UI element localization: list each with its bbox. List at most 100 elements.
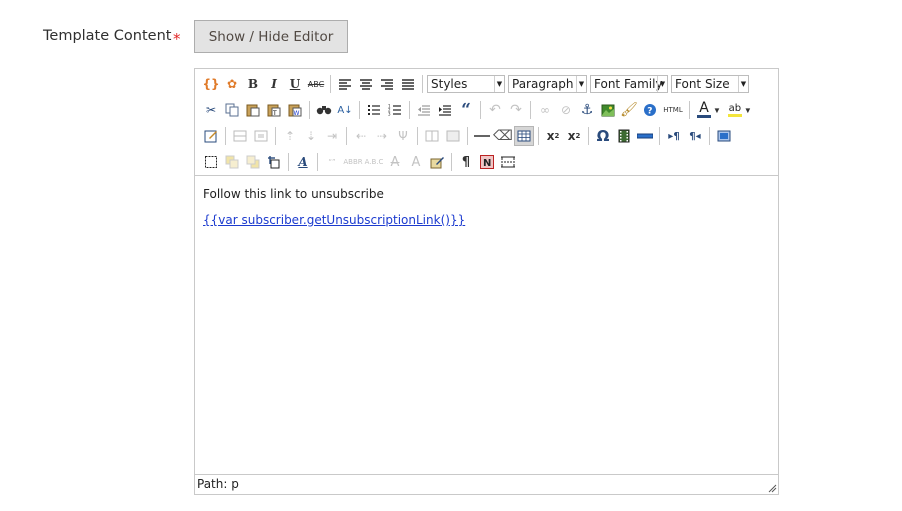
insert-layer-icon[interactable] bbox=[201, 152, 221, 172]
html-source-icon[interactable]: HTML bbox=[661, 100, 685, 120]
insert-col-after-icon[interactable]: ⇢ bbox=[372, 126, 392, 146]
bullet-list-icon[interactable] bbox=[364, 100, 384, 120]
separator bbox=[288, 153, 289, 171]
replace-icon[interactable]: A↓ bbox=[335, 100, 355, 120]
cell-props-icon[interactable] bbox=[251, 126, 271, 146]
nonbreaking-icon[interactable]: N bbox=[477, 152, 497, 172]
separator bbox=[359, 101, 360, 119]
svg-text:3: 3 bbox=[388, 112, 391, 117]
toolbar-row-4: A “” ABBR A.B.C A A ¶ N bbox=[201, 151, 519, 173]
separator bbox=[659, 127, 660, 145]
merge-cells-icon[interactable] bbox=[443, 126, 463, 146]
del-icon[interactable]: A bbox=[385, 152, 405, 172]
paste-word-icon[interactable]: W bbox=[285, 100, 305, 120]
bold-button[interactable]: B bbox=[243, 74, 263, 94]
abbr-icon[interactable]: ABBR bbox=[343, 152, 363, 172]
indent-icon[interactable] bbox=[435, 100, 455, 120]
numbered-list-icon[interactable]: 123 bbox=[385, 100, 405, 120]
font-family-select-value: Font Family bbox=[594, 77, 663, 91]
chevron-down-icon[interactable]: ▼ bbox=[713, 106, 721, 115]
styleprops-icon[interactable]: A bbox=[293, 152, 313, 172]
unlink-icon[interactable]: ⊘ bbox=[556, 100, 576, 120]
format-select[interactable]: Paragraph ▼ bbox=[508, 75, 587, 93]
chevron-down-icon: ▼ bbox=[738, 76, 748, 92]
rtl-icon[interactable]: ¶◂ bbox=[685, 126, 705, 146]
superscript-icon[interactable]: x2 bbox=[564, 126, 584, 146]
chevron-down-icon[interactable]: ▼ bbox=[744, 106, 752, 115]
unsubscribe-link[interactable]: {{var subscriber.getUnsubscriptionLink()… bbox=[203, 213, 465, 227]
delete-row-icon[interactable]: ⇥ bbox=[322, 126, 342, 146]
subscript-icon[interactable]: x2 bbox=[543, 126, 563, 146]
text-color-icon[interactable]: A bbox=[694, 100, 714, 120]
separator bbox=[422, 75, 423, 93]
background-color-icon[interactable]: ab bbox=[725, 100, 745, 120]
acronym-icon[interactable]: A.B.C bbox=[364, 152, 384, 172]
paste-icon[interactable] bbox=[243, 100, 263, 120]
move-backward-icon[interactable] bbox=[243, 152, 263, 172]
separator bbox=[330, 75, 331, 93]
ltr-icon[interactable]: ▸¶ bbox=[664, 126, 684, 146]
required-mark: * bbox=[173, 30, 181, 48]
delete-col-icon[interactable]: Ψ bbox=[393, 126, 413, 146]
separator bbox=[417, 127, 418, 145]
move-forward-icon[interactable] bbox=[222, 152, 242, 172]
visual-chars-icon[interactable]: ¶ bbox=[456, 152, 476, 172]
table-icon[interactable] bbox=[514, 126, 534, 146]
attribs-icon[interactable] bbox=[427, 152, 447, 172]
cite-icon[interactable]: “” bbox=[322, 152, 342, 172]
page-break-icon[interactable] bbox=[498, 152, 518, 172]
show-hide-editor-button[interactable]: Show / Hide Editor bbox=[194, 20, 348, 53]
resize-handle-icon[interactable] bbox=[767, 483, 777, 493]
cut-icon[interactable]: ✂ bbox=[201, 100, 221, 120]
align-justify-icon[interactable] bbox=[398, 74, 418, 94]
separator bbox=[225, 127, 226, 145]
font-size-select[interactable]: Font Size ▼ bbox=[671, 75, 749, 93]
cleanup-icon[interactable]: 🖌 bbox=[619, 100, 639, 120]
separator bbox=[709, 127, 710, 145]
anchor-icon[interactable]: ⚓ bbox=[577, 100, 597, 120]
outdent-icon[interactable] bbox=[414, 100, 434, 120]
styles-select[interactable]: Styles ▼ bbox=[427, 75, 505, 93]
align-right-icon[interactable] bbox=[377, 74, 397, 94]
search-icon[interactable] bbox=[314, 100, 334, 120]
strikethrough-button[interactable]: ABC bbox=[306, 74, 326, 94]
ins-icon[interactable]: A bbox=[406, 152, 426, 172]
italic-button[interactable]: I bbox=[264, 74, 284, 94]
separator bbox=[409, 101, 410, 119]
chevron-down-icon: ▼ bbox=[657, 76, 667, 92]
media-icon[interactable] bbox=[614, 126, 634, 146]
eraser-icon[interactable]: ⌫ bbox=[493, 126, 513, 146]
special-char-icon[interactable]: Ω bbox=[593, 126, 613, 146]
separator bbox=[538, 127, 539, 145]
absolute-position-icon[interactable] bbox=[264, 152, 284, 172]
edit-css-style-icon[interactable] bbox=[201, 126, 221, 146]
redo-icon[interactable]: ↷ bbox=[506, 100, 526, 120]
svg-text:W: W bbox=[294, 110, 300, 117]
undo-icon[interactable]: ↶ bbox=[485, 100, 505, 120]
insert-col-before-icon[interactable]: ⇠ bbox=[351, 126, 371, 146]
insert-row-after-icon[interactable]: ⇣ bbox=[301, 126, 321, 146]
link-icon[interactable]: ∞ bbox=[535, 100, 555, 120]
underline-button[interactable]: U bbox=[285, 74, 305, 94]
blockquote-icon[interactable]: “ bbox=[456, 100, 476, 120]
editor-status-bar: Path: p bbox=[195, 474, 778, 494]
toolbar-row-2: ✂ T W A↓ 123 “ ↶ ↷ ∞ ⊘ ⚓ 🖌 ? HTML A ▼ ab… bbox=[201, 99, 756, 121]
full-width-bar-icon[interactable] bbox=[635, 126, 655, 146]
paste-text-icon[interactable]: T bbox=[264, 100, 284, 120]
help-icon[interactable]: ? bbox=[640, 100, 660, 120]
insert-row-before-icon[interactable]: ⇡ bbox=[280, 126, 300, 146]
horizontal-rule-icon[interactable] bbox=[472, 126, 492, 146]
align-left-icon[interactable] bbox=[335, 74, 355, 94]
separator bbox=[317, 153, 318, 171]
copy-icon[interactable] bbox=[222, 100, 242, 120]
insert-variable-icon[interactable]: {} bbox=[201, 74, 221, 94]
split-cells-icon[interactable] bbox=[422, 126, 442, 146]
font-family-select[interactable]: Font Family ▼ bbox=[590, 75, 668, 93]
format-select-value: Paragraph bbox=[512, 77, 574, 91]
fullscreen-icon[interactable] bbox=[714, 126, 734, 146]
align-center-icon[interactable] bbox=[356, 74, 376, 94]
editor-content-area[interactable]: Follow this link to unsubscribe {{var su… bbox=[195, 176, 778, 473]
insert-widget-icon[interactable]: ✿ bbox=[222, 74, 242, 94]
row-props-icon[interactable] bbox=[230, 126, 250, 146]
image-icon[interactable] bbox=[598, 100, 618, 120]
